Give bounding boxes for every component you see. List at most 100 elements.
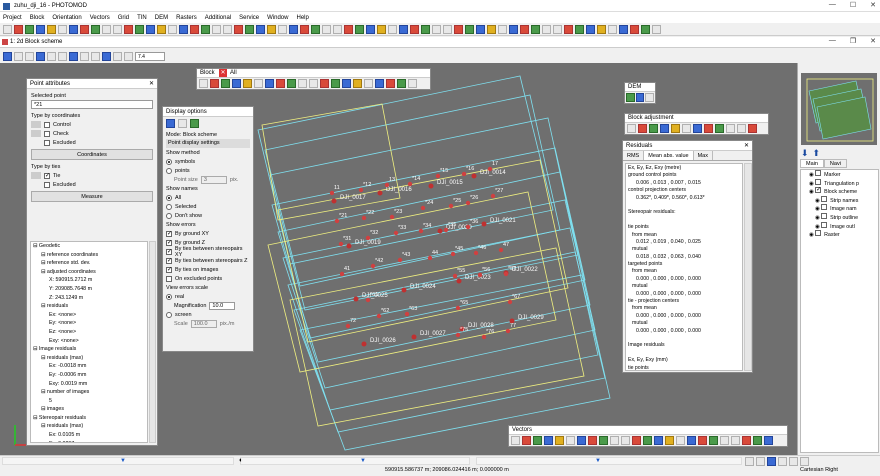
menu-item-additional[interactable]: Additional (205, 15, 231, 21)
tie-point-marker[interactable] (461, 171, 467, 177)
tie-point-marker[interactable] (365, 297, 371, 303)
measure-button[interactable]: Measure (31, 191, 153, 202)
tree-item[interactable]: ⊟ residuals (33, 302, 147, 311)
attributes-tree[interactable]: ⊟ Geodetic ⊟ reference coordinates ⊟ refer… (30, 241, 148, 443)
by-ties-images-checkbox[interactable]: By ties on images (166, 265, 250, 274)
main-tool-icon-22[interactable] (234, 24, 243, 34)
tree-item[interactable]: Ex: -0.0018 mm (33, 362, 147, 371)
adjustment-tool-icon-12[interactable] (748, 124, 757, 133)
tree-item[interactable]: ⊟ Geodetic (33, 242, 147, 251)
layer-checkbox[interactable] (815, 230, 822, 237)
tie-point-marker[interactable] (365, 235, 371, 241)
adjustment-tool-icon-2[interactable] (638, 124, 647, 133)
status-tool-icon-2[interactable] (756, 457, 765, 466)
main-tool-icon-15[interactable] (157, 24, 166, 34)
tree-item[interactable]: Y: 209085.7648 m (33, 285, 147, 294)
excluded-checkbox[interactable]: Excluded (31, 138, 153, 147)
vectors-tool-icon-18[interactable] (698, 436, 707, 445)
adjustment-tool-icon-11[interactable] (737, 124, 746, 133)
projection-center[interactable] (481, 221, 487, 227)
overview-map[interactable] (801, 73, 877, 145)
selected-radio[interactable]: Selected (166, 202, 250, 211)
menu-item-grid[interactable]: Grid (118, 15, 129, 21)
block-tool-icon-9[interactable] (287, 79, 296, 88)
points-radio[interactable]: points (166, 166, 250, 175)
main-tool-icon-51[interactable] (553, 24, 562, 34)
tree-item[interactable]: ⊟ residuals (max) (33, 422, 147, 431)
main-tool-icon-57[interactable] (619, 24, 628, 34)
main-tool-icon-10[interactable] (102, 24, 111, 34)
tree-item[interactable]: Ex: 0.0105 m (33, 431, 147, 440)
tree-item[interactable]: Exy: <none> (33, 337, 147, 346)
status-tool-icon-5[interactable] (789, 457, 798, 466)
main-tool-icon-43[interactable] (465, 24, 474, 34)
tie-point-marker[interactable] (498, 247, 504, 253)
tie-point-marker[interactable] (345, 323, 351, 329)
main-tool-icon-32[interactable] (344, 24, 353, 34)
tie-point-marker[interactable] (481, 334, 487, 340)
tie-point-marker[interactable] (455, 305, 461, 311)
menu-item-rasters[interactable]: Rasters (176, 15, 197, 21)
tie-point-marker[interactable] (397, 257, 403, 263)
main-tool-icon-5[interactable] (47, 24, 56, 34)
main-tool-icon-12[interactable] (124, 24, 133, 34)
main-tool-icon-48[interactable] (520, 24, 529, 34)
main-tool-icon-21[interactable] (223, 24, 232, 34)
main-tool-icon-14[interactable] (146, 24, 155, 34)
coordinates-button[interactable]: Coordinates (31, 149, 153, 160)
vectors-tool-icon-3[interactable] (533, 436, 542, 445)
block-tool-icon-5[interactable] (243, 79, 252, 88)
main-tool-icon-31[interactable] (333, 24, 342, 34)
dem-tool-icon-2[interactable] (635, 93, 645, 102)
main-tool-icon-34[interactable] (366, 24, 375, 34)
tree-item[interactable]: Ey: 0.0297 m (33, 440, 147, 442)
status-tool-icon[interactable] (745, 457, 754, 466)
projection-center[interactable] (331, 198, 337, 204)
vectors-tool-icon-13[interactable] (643, 436, 652, 445)
tree-scrollbar[interactable] (149, 241, 156, 443)
main-tool-icon-38[interactable] (410, 24, 419, 34)
vectors-tool-icon-8[interactable] (588, 436, 597, 445)
horizontal-scrollbar-2[interactable] (240, 457, 470, 465)
main-tool-icon-41[interactable] (443, 24, 452, 34)
adjustment-tool-icon-6[interactable] (682, 124, 691, 133)
main-tool-icon-54[interactable] (586, 24, 595, 34)
maximize-icon[interactable]: ☐ (850, 1, 856, 9)
tree-item[interactable]: Ez: <none> (33, 328, 147, 337)
symbols-radio[interactable]: symbols (166, 157, 250, 166)
tie-point-marker[interactable] (455, 332, 461, 338)
main-tool-icon-59[interactable] (641, 24, 650, 34)
vectors-tool-icon-6[interactable] (566, 436, 575, 445)
status-tool-icon-6[interactable] (800, 457, 809, 466)
block-tool-icon-18[interactable] (386, 79, 395, 88)
tie-point-marker[interactable] (420, 205, 426, 211)
vectors-tool-icon-16[interactable] (676, 436, 685, 445)
main-tool-icon-55[interactable] (597, 24, 606, 34)
layer-item[interactable]: ◉ Image outl (803, 221, 878, 231)
main-tool-icon-24[interactable] (256, 24, 265, 34)
block-close-icon[interactable]: ✕ (219, 69, 227, 77)
main-tool-icon-19[interactable] (201, 24, 210, 34)
tie-point-marker[interactable] (334, 218, 340, 224)
vectors-tool-icon-9[interactable] (599, 436, 608, 445)
layer-item[interactable]: ◉ Triangulation p (803, 178, 878, 188)
projection-center[interactable] (411, 334, 417, 340)
block-tool-icon-11[interactable] (309, 79, 318, 88)
minimize-icon[interactable]: — (829, 1, 836, 9)
scroll-thumb-3[interactable]: ▼ (595, 458, 601, 464)
vectors-tool-icon-10[interactable] (610, 436, 619, 445)
block-tool-icon-6[interactable] (254, 79, 263, 88)
adjustment-tool-icon-4[interactable] (660, 124, 669, 133)
adjustment-tool-icon-8[interactable] (704, 124, 713, 133)
main-tool-icon-53[interactable] (575, 24, 584, 34)
check-checkbox[interactable]: Check (31, 129, 153, 138)
tree-item[interactable]: ⊟ adjusted coordinates (33, 268, 147, 277)
block-tool-icon-2[interactable] (210, 79, 219, 88)
vectors-tool-icon-17[interactable] (687, 436, 696, 445)
real-radio[interactable]: real (166, 292, 250, 301)
tie-point-marker[interactable] (473, 250, 479, 256)
tree-item[interactable]: ⊟ Stereopair residuals (33, 414, 147, 423)
tie-point-marker[interactable] (384, 182, 390, 188)
main-tool-icon-52[interactable] (564, 24, 573, 34)
view-tool-icon-5[interactable] (47, 51, 56, 61)
